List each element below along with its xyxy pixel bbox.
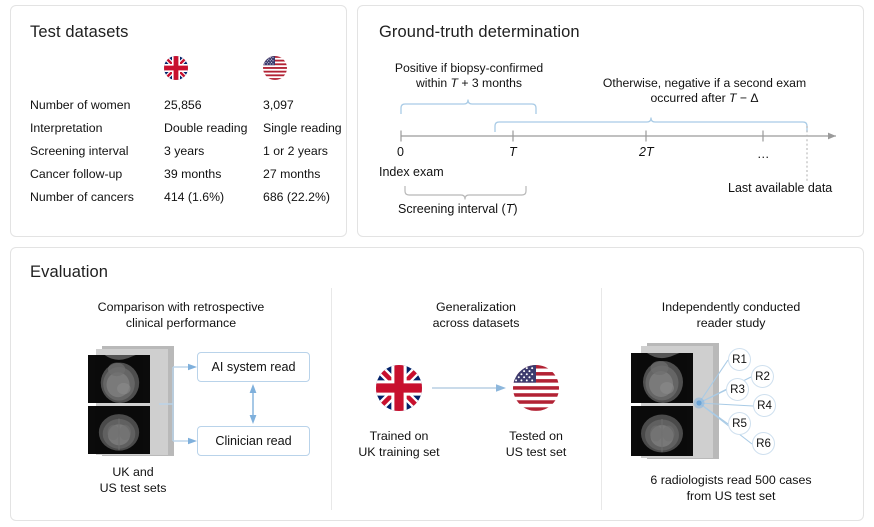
index-exam-label: Index exam (379, 165, 444, 179)
reader-circle-r6: R6 (752, 432, 775, 455)
row-label: Screening interval (30, 144, 128, 158)
us-flag-icon (263, 56, 287, 80)
uk-flag-icon (164, 56, 188, 80)
reader-circle-r4: R4 (753, 394, 776, 417)
last-available-data-label: Last available data (728, 181, 832, 195)
reader-circle-r3: R3 (726, 378, 749, 401)
tick-label-ellipsis: … (757, 147, 771, 161)
panel-ground-truth: Ground-truth determination Positive if b… (357, 5, 864, 237)
reader-circle-r2: R2 (751, 365, 774, 388)
cell-us: 686 (22.2%) (263, 190, 330, 204)
reader-circle-r1: R1 (728, 348, 751, 371)
cell-us: Single reading (263, 121, 342, 135)
tick-label-T: T (509, 145, 517, 159)
cell-uk: Double reading (164, 121, 247, 135)
page-title-test-datasets: Test datasets (30, 23, 129, 42)
panel-test-datasets: Test datasets Number of women 25,856 3,0… (10, 5, 347, 237)
reader-circle-r5: R5 (728, 412, 751, 435)
cell-uk: 414 (1.6%) (164, 190, 224, 204)
caption-reader-study: 6 radiologists read 500 cases from US te… (611, 472, 851, 504)
row-label: Interpretation (30, 121, 102, 135)
row-label: Number of cancers (30, 190, 134, 204)
row-label: Number of women (30, 98, 130, 112)
cell-uk: 3 years (164, 144, 204, 158)
tick-label-2T: 2T (639, 145, 654, 159)
panel-evaluation: Evaluation Comparison with retrospective… (10, 247, 864, 521)
cell-us: 1 or 2 years (263, 144, 328, 158)
tick-label-0: 0 (397, 145, 404, 159)
cell-uk: 39 months (164, 167, 221, 181)
cell-us: 3,097 (263, 98, 294, 112)
cell-uk: 25,856 (164, 98, 202, 112)
screening-interval-label: Screening interval (T) (398, 202, 518, 216)
cell-us: 27 months (263, 167, 320, 181)
row-label: Cancer follow-up (30, 167, 122, 181)
